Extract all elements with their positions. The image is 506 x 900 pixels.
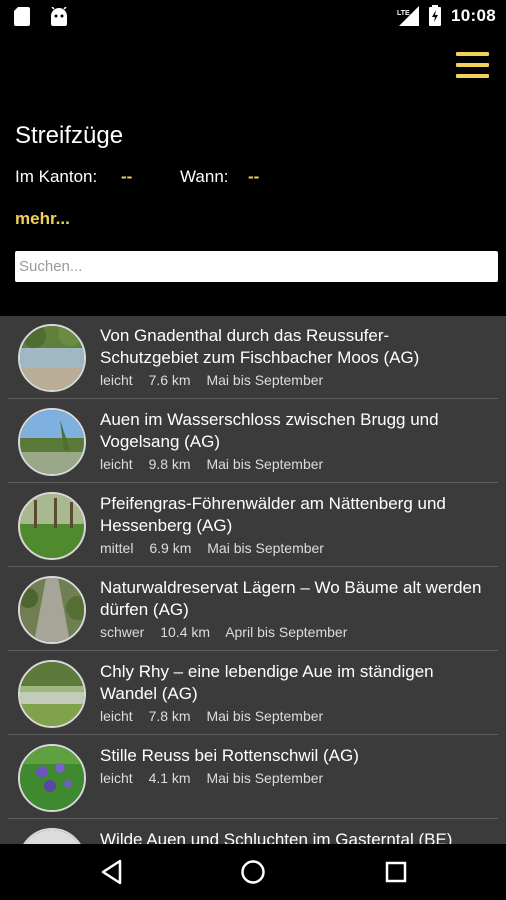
search-input[interactable] (15, 251, 498, 282)
item-distance: 7.8 km (148, 708, 191, 724)
item-meta: leicht 7.8 km Mai bis September (100, 708, 335, 724)
item-season: Mai bis September (207, 540, 324, 556)
item-distance: 10.4 km (160, 624, 211, 640)
pine-meadow-thumbnail (18, 492, 86, 560)
wetland-thumbnail (18, 660, 86, 728)
river-sky-thumbnail (18, 408, 86, 476)
svg-text:LTE: LTE (397, 10, 410, 17)
status-time: 10:08 (451, 5, 496, 25)
item-meta: leicht 4.1 km Mai bis September (100, 770, 335, 786)
item-title: Auen im Wasserschloss zwischen Brugg und… (100, 410, 439, 451)
battery-charging-icon (429, 5, 442, 26)
item-difficulty: schwer (100, 624, 145, 640)
canton-filter[interactable]: -- (121, 167, 132, 187)
item-season: Mai bis September (206, 372, 324, 388)
more-link[interactable]: mehr... (15, 209, 70, 229)
item-difficulty: leicht (100, 456, 133, 472)
item-title: Chly Rhy – eine lebendige Aue im ständig… (100, 662, 434, 703)
divider (8, 818, 498, 819)
item-distance: 9.8 km (148, 456, 191, 472)
iris-flowers-thumbnail (18, 744, 86, 812)
item-season: April bis September (225, 624, 348, 640)
android-icon (51, 7, 67, 26)
item-season: Mai bis September (206, 770, 324, 786)
item-distance: 6.9 km (149, 540, 192, 556)
divider (8, 566, 498, 567)
list-item[interactable]: Wilde Auen und Schluchten im Gasterntal … (8, 820, 506, 844)
status-left-icons (14, 7, 68, 26)
lte-signal-icon: LTE (397, 5, 420, 26)
divider (8, 650, 498, 651)
item-title: Pfeifengras-Föhrenwälder am Nättenberg u… (100, 494, 446, 535)
item-meta: leicht 9.8 km Mai bis September (100, 456, 335, 472)
hamburger-menu-icon[interactable] (456, 50, 489, 80)
item-title: Stille Reuss bei Rottenschwil (AG) (100, 746, 359, 765)
river-bank-thumbnail (18, 324, 86, 392)
list-item[interactable]: Auen im Wasserschloss zwischen Brugg und… (8, 400, 506, 483)
divider (8, 482, 498, 483)
item-title: Naturwaldreservat Lägern – Wo Bäume alt … (100, 578, 482, 619)
navigation-bar (0, 844, 506, 900)
when-label: Wann: (180, 167, 229, 186)
mountain-gorge-thumbnail (18, 828, 86, 844)
list-item[interactable]: Stille Reuss bei Rottenschwil (AG) leich… (8, 736, 506, 819)
forest-path-thumbnail (18, 576, 86, 644)
list-item[interactable]: Naturwaldreservat Lägern – Wo Bäume alt … (8, 568, 506, 651)
home-icon[interactable] (236, 856, 270, 888)
item-meta: schwer 10.4 km April bis September (100, 624, 359, 640)
recents-icon[interactable] (379, 856, 413, 888)
item-distance: 4.1 km (148, 770, 191, 786)
item-difficulty: leicht (100, 372, 133, 388)
item-title: Von Gnadenthal durch das Reussufer-Schut… (100, 326, 420, 367)
item-title: Wilde Auen und Schluchten im Gasterntal … (100, 830, 453, 844)
item-difficulty: leicht (100, 708, 133, 724)
item-season: Mai bis September (206, 456, 324, 472)
list-item[interactable]: Chly Rhy – eine lebendige Aue im ständig… (8, 652, 506, 735)
list-item[interactable]: Pfeifengras-Föhrenwälder am Nättenberg u… (8, 484, 506, 567)
canton-label: Im Kanton: (15, 167, 98, 186)
item-difficulty: leicht (100, 770, 133, 786)
sd-card-icon (14, 7, 30, 26)
back-icon[interactable] (95, 856, 129, 888)
page-title: Streifzüge (15, 122, 124, 149)
item-difficulty: mittel (100, 540, 134, 556)
divider (8, 398, 498, 399)
item-season: Mai bis September (206, 708, 324, 724)
when-filter[interactable]: -- (248, 167, 259, 187)
divider (8, 734, 498, 735)
status-right-icons: LTE 10:08 (397, 5, 496, 26)
status-bar: LTE 10:08 (0, 0, 506, 33)
item-meta: mittel 6.9 km Mai bis September (100, 540, 336, 556)
list-item[interactable]: Von Gnadenthal durch das Reussufer-Schut… (8, 316, 506, 399)
item-distance: 7.6 km (148, 372, 191, 388)
item-meta: leicht 7.6 km Mai bis September (100, 372, 335, 388)
tour-list[interactable]: Von Gnadenthal durch das Reussufer-Schut… (0, 316, 506, 844)
